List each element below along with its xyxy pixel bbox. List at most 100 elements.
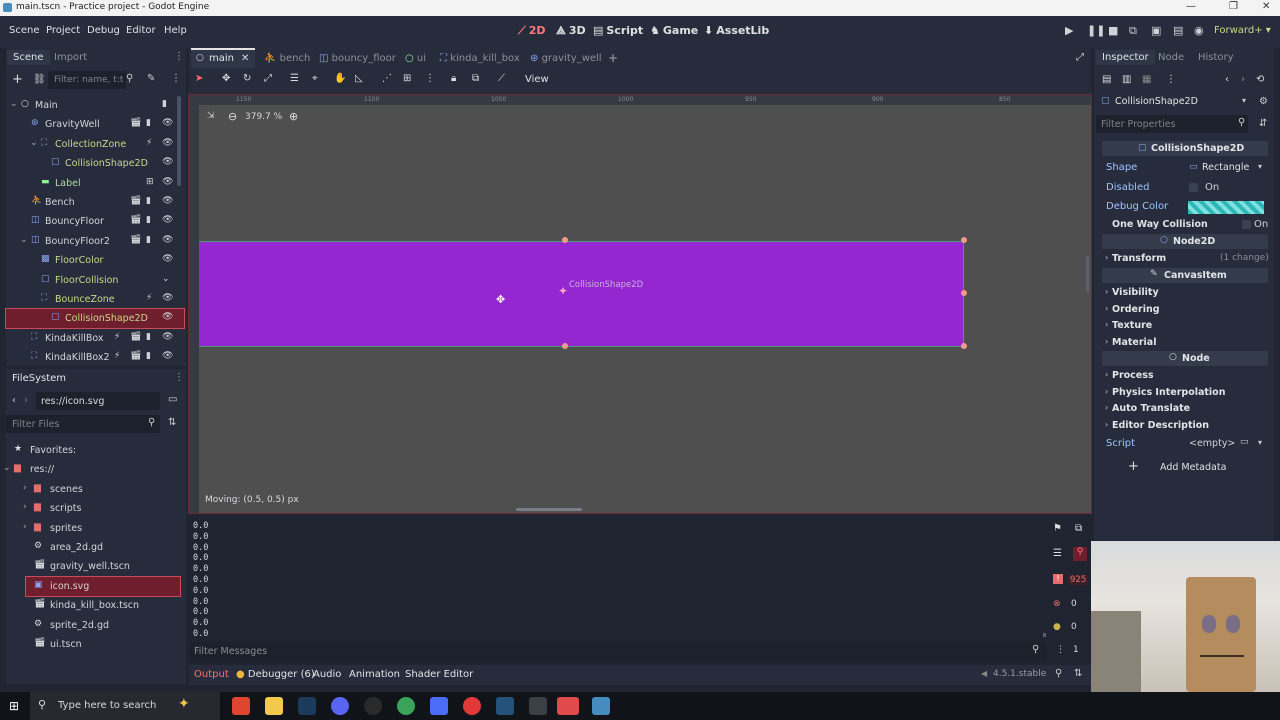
- menu-project[interactable]: Project: [46, 25, 80, 36]
- visibility-icon[interactable]: 👁︎: [162, 254, 173, 264]
- tab-bench[interactable]: ⛹ bench: [264, 53, 310, 64]
- godot-taskbar-icon[interactable]: [592, 697, 610, 715]
- clapper-icon[interactable]: 🎬︎: [130, 351, 141, 361]
- scene-tree-node[interactable]: ◫ BouncyFloor 👁︎ ▮ 🎬︎: [6, 212, 184, 231]
- script-icon[interactable]: ▮: [146, 118, 151, 128]
- disabled-checkbox[interactable]: [1189, 183, 1198, 192]
- expand-icon[interactable]: ⌄: [20, 235, 28, 245]
- scene-tree-node[interactable]: ⛶ BounceZone 👁︎ ⚡︎: [6, 290, 184, 309]
- movie-maker-icon[interactable]: ◉: [1194, 24, 1204, 37]
- resize-handle-bottom-right[interactable]: [961, 343, 967, 349]
- view-menu[interactable]: View: [525, 74, 549, 85]
- menu-help[interactable]: Help: [164, 25, 187, 36]
- workspace-2d-button[interactable]: ⟋ 2D: [518, 24, 546, 38]
- copy-output-icon[interactable]: ⧉: [1075, 523, 1082, 534]
- script-icon[interactable]: ▮: [146, 215, 151, 225]
- signal-icon[interactable]: ⚡︎: [146, 138, 152, 148]
- shape-property-value[interactable]: ▭ Rectangle ▾: [1186, 160, 1268, 176]
- tab-animation[interactable]: Animation: [349, 669, 400, 680]
- file-item[interactable]: ⌄ ▆ res://: [3, 460, 180, 479]
- expand-icon[interactable]: ⌄: [10, 99, 18, 109]
- visibility-icon[interactable]: 👁︎: [162, 177, 173, 187]
- viewport-v-scrollbar[interactable]: [1086, 256, 1089, 292]
- transform-section[interactable]: › Transform (1 change): [1102, 251, 1269, 267]
- file-item[interactable]: ⚙ sprite_2d.gd: [26, 616, 180, 635]
- info-filter-icon[interactable]: ●: [1053, 622, 1061, 632]
- affinity-icon[interactable]: [430, 697, 448, 715]
- visibility-icon[interactable]: 👁︎: [162, 332, 173, 342]
- file-filter-input[interactable]: Filter Files: [6, 415, 160, 433]
- script-property-value[interactable]: <empty> ▭ ▾: [1186, 436, 1268, 452]
- capcut-icon[interactable]: [557, 697, 579, 715]
- play-custom-icon[interactable]: ▤: [1173, 24, 1183, 37]
- clapper-icon[interactable]: 🎬︎: [130, 196, 141, 206]
- file-item[interactable]: 🎬︎ ui.tscn: [26, 635, 180, 654]
- pivot-tool-icon[interactable]: ⌖: [312, 73, 318, 84]
- inspector-section[interactable]: › Editor Description: [1102, 418, 1268, 434]
- scene-tree-node[interactable]: ⛶ KindaKillBox 👁︎ ▮ 🎬︎ ⚡︎: [6, 329, 184, 348]
- scene-filter-input[interactable]: Filter: name, t:t: [48, 71, 126, 89]
- list-select-icon[interactable]: ☰: [290, 73, 299, 84]
- expand-panel-icon[interactable]: ⇅: [1074, 668, 1082, 679]
- tab-shader-editor[interactable]: Shader Editor: [405, 669, 473, 680]
- tab-debugger[interactable]: ● Debugger (6): [236, 669, 315, 680]
- select-tool-icon[interactable]: ➤: [195, 73, 203, 84]
- menu-scene[interactable]: Scene: [9, 25, 40, 36]
- script-icon[interactable]: ▮: [146, 351, 151, 361]
- resource-options-icon[interactable]: ⋮: [1166, 74, 1176, 85]
- pause-icon[interactable]: ❚❚: [1087, 24, 1105, 37]
- inspector-section[interactable]: › Visibility: [1102, 285, 1268, 301]
- add-metadata-button[interactable]: + Add Metadata: [1102, 459, 1268, 477]
- collision-shape-rect[interactable]: [199, 241, 964, 347]
- resize-handle-right[interactable]: [961, 290, 967, 296]
- zoom-in-icon[interactable]: ⊕: [289, 110, 298, 123]
- scene-tree-node[interactable]: ▢ FloorCollision ⌄: [6, 271, 184, 290]
- file-item[interactable]: 🎬︎ kinda_kill_box.tscn: [26, 596, 180, 615]
- file-explorer-icon[interactable]: [265, 697, 283, 715]
- object-selector[interactable]: ▢ CollisionShape2D ▾: [1098, 93, 1248, 111]
- visibility-icon[interactable]: 👁︎: [162, 235, 173, 245]
- windows-start-icon[interactable]: ⊞: [9, 699, 19, 713]
- attach-script-icon[interactable]: ✎: [147, 73, 155, 84]
- chevron-down-icon[interactable]: ⌄: [162, 274, 170, 284]
- visibility-icon[interactable]: 👁︎: [162, 138, 173, 148]
- workspace-game-button[interactable]: ♞ Game: [650, 24, 698, 37]
- ruler-tool-icon[interactable]: ◺: [355, 73, 363, 84]
- maximize-icon[interactable]: ❐: [1229, 1, 1238, 12]
- app-icon[interactable]: [529, 697, 547, 715]
- bone-icon[interactable]: ⟋: [498, 73, 505, 84]
- tab-main[interactable]: ○ main ✕: [191, 48, 255, 68]
- link-icon[interactable]: ⛓: [33, 74, 46, 85]
- 2d-viewport[interactable]: 1150 1100 1050 1000 950 900 850 ⇲ ⊖ 379.…: [188, 94, 1092, 514]
- zoom-out-icon[interactable]: ⊖: [228, 110, 237, 123]
- brave-browser-icon[interactable]: [232, 697, 250, 715]
- remote-debug-icon[interactable]: ⧉: [1129, 24, 1137, 38]
- workspace-3d-button[interactable]: ⟁ 3D: [556, 24, 586, 38]
- visibility-icon[interactable]: 👁︎: [162, 312, 173, 322]
- tab-import[interactable]: Import: [54, 52, 87, 63]
- visibility-icon[interactable]: 👁︎: [162, 196, 173, 206]
- obs-icon[interactable]: [364, 697, 382, 715]
- tab-ui[interactable]: ○ ui: [405, 53, 426, 64]
- groups-icon[interactable]: ⊞: [146, 177, 154, 187]
- file-item[interactable]: 🎬︎ gravity_well.tscn: [26, 557, 180, 576]
- tab-gravity-well[interactable]: ⊛ gravity_well: [530, 53, 602, 64]
- add-tab-icon[interactable]: +: [608, 51, 618, 65]
- group-icon[interactable]: ⧉: [472, 73, 479, 84]
- filter-toggle-icon[interactable]: ☰: [1053, 548, 1062, 559]
- scene-tree-node[interactable]: ▩ FloorColor 👁︎: [6, 251, 184, 270]
- renderer-select[interactable]: Forward+ ▾: [1214, 25, 1271, 36]
- clapper-icon[interactable]: 🎬︎: [130, 118, 141, 128]
- object-history-icon[interactable]: ⟲: [1256, 74, 1264, 85]
- add-node-icon[interactable]: +: [12, 72, 23, 87]
- close-tab-icon[interactable]: ✕: [241, 53, 249, 64]
- stop-icon[interactable]: ■: [1108, 24, 1118, 37]
- signal-icon[interactable]: ⚡︎: [114, 351, 120, 361]
- sort-icon[interactable]: ⇅: [168, 417, 176, 428]
- tab-kinda-kill-box[interactable]: ⛶ kinda_kill_box: [440, 53, 520, 64]
- tab-node[interactable]: Node: [1158, 52, 1184, 63]
- zoom-level[interactable]: 379.7 %: [245, 112, 282, 122]
- tab-bouncy-floor[interactable]: ◫ bouncy_floor: [319, 53, 396, 64]
- resize-handle-top[interactable]: [562, 237, 568, 243]
- file-item[interactable]: › ▆ sprites: [23, 519, 180, 538]
